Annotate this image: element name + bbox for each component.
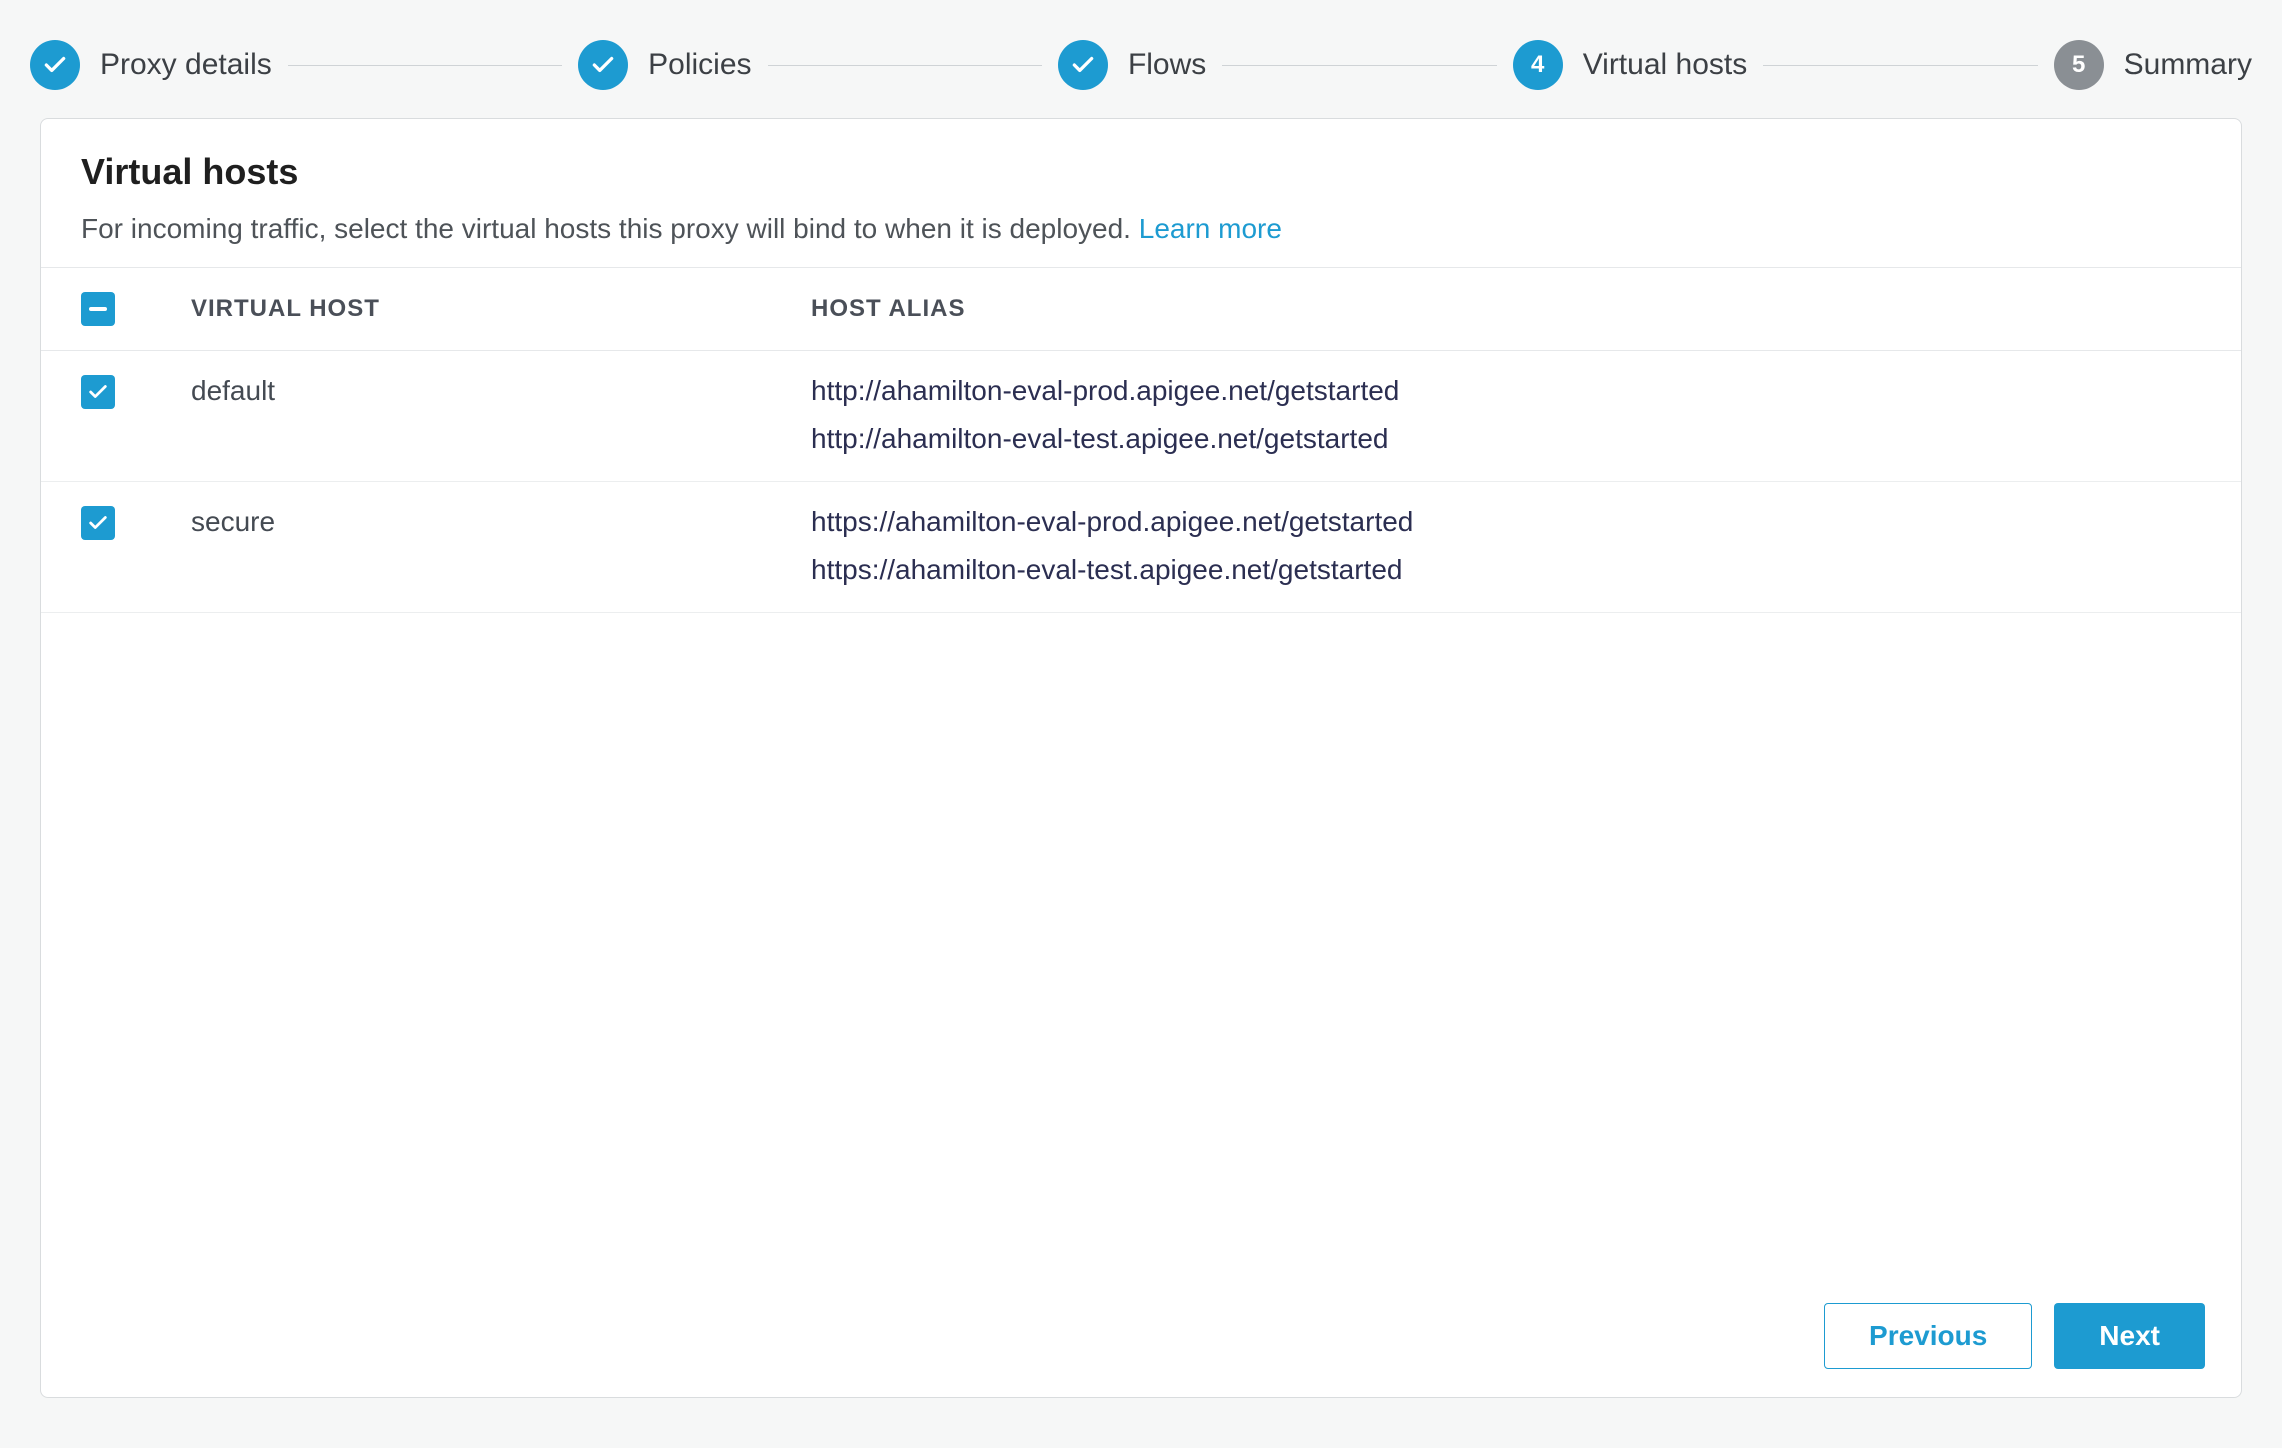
wizard-stepper: Proxy details Policies Flows 4 Virtual h… bbox=[0, 0, 2282, 118]
table-row: secure https://ahamilton-eval-prod.apige… bbox=[41, 482, 2241, 613]
host-alias: https://ahamilton-eval-test.apigee.net/g… bbox=[811, 554, 2201, 586]
step-number: 4 bbox=[1531, 51, 1544, 79]
row-checkbox[interactable] bbox=[81, 375, 115, 409]
next-button[interactable]: Next bbox=[2054, 1303, 2205, 1369]
check-icon bbox=[87, 381, 109, 403]
step-label: Flows bbox=[1128, 48, 1206, 82]
host-alias: http://ahamilton-eval-test.apigee.net/ge… bbox=[811, 423, 2201, 455]
virtual-host-name: default bbox=[191, 375, 811, 455]
step-connector bbox=[1763, 65, 2037, 66]
select-all-checkbox[interactable] bbox=[81, 292, 115, 326]
check-icon bbox=[30, 40, 80, 90]
virtual-host-name: secure bbox=[191, 506, 811, 586]
step-policies[interactable]: Policies bbox=[578, 40, 751, 90]
step-number: 5 bbox=[2072, 51, 2085, 79]
wizard-footer: Previous Next bbox=[41, 1281, 2241, 1397]
step-label: Policies bbox=[648, 48, 751, 82]
step-flows[interactable]: Flows bbox=[1058, 40, 1206, 90]
step-connector bbox=[1222, 65, 1496, 66]
virtual-hosts-card: Virtual hosts For incoming traffic, sele… bbox=[40, 118, 2242, 1398]
host-alias: https://ahamilton-eval-prod.apigee.net/g… bbox=[811, 506, 2201, 538]
step-virtual-hosts[interactable]: 4 Virtual hosts bbox=[1513, 40, 1748, 90]
row-checkbox[interactable] bbox=[81, 506, 115, 540]
description-text: For incoming traffic, select the virtual… bbox=[81, 213, 1139, 244]
step-label: Proxy details bbox=[100, 48, 272, 82]
step-connector bbox=[288, 65, 562, 66]
step-label: Summary bbox=[2124, 48, 2252, 82]
table-header-row: VIRTUAL HOST HOST ALIAS bbox=[41, 267, 2241, 351]
column-header-alias: HOST ALIAS bbox=[811, 295, 2201, 323]
check-icon bbox=[578, 40, 628, 90]
host-alias: http://ahamilton-eval-prod.apigee.net/ge… bbox=[811, 375, 2201, 407]
column-header-name: VIRTUAL HOST bbox=[191, 295, 811, 323]
minus-icon bbox=[89, 307, 107, 311]
step-summary[interactable]: 5 Summary bbox=[2054, 40, 2252, 90]
previous-button[interactable]: Previous bbox=[1824, 1303, 2032, 1369]
step-proxy-details[interactable]: Proxy details bbox=[30, 40, 272, 90]
check-icon bbox=[1058, 40, 1108, 90]
step-label: Virtual hosts bbox=[1583, 48, 1748, 82]
step-number-badge: 5 bbox=[2054, 40, 2104, 90]
table-row: default http://ahamilton-eval-prod.apige… bbox=[41, 351, 2241, 482]
check-icon bbox=[87, 512, 109, 534]
learn-more-link[interactable]: Learn more bbox=[1139, 213, 1282, 244]
step-connector bbox=[768, 65, 1042, 66]
page-title: Virtual hosts bbox=[81, 151, 2201, 193]
step-number-badge: 4 bbox=[1513, 40, 1563, 90]
page-description: For incoming traffic, select the virtual… bbox=[81, 213, 2201, 245]
